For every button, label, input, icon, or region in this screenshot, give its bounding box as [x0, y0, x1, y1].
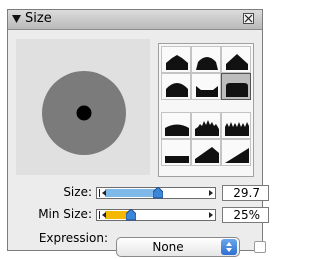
slider-decrease-arrow-icon[interactable]: [102, 190, 106, 196]
expression-select[interactable]: None: [116, 237, 240, 257]
size-slider-thumb[interactable]: [153, 187, 164, 199]
size-value-field[interactable]: 29.7: [222, 185, 269, 201]
brush-tip-preset-4[interactable]: [161, 73, 191, 100]
min-size-slider[interactable]: [96, 209, 216, 221]
slider-decrease-arrow-icon[interactable]: [102, 212, 106, 218]
brush-inner-dot: [76, 105, 92, 121]
size-palette-panel: Size Size: 29.7 Min Size: 25% Expression…: [7, 9, 269, 257]
expression-selected-value: None: [152, 240, 184, 254]
select-updown-arrows-icon: [221, 239, 237, 255]
slider-increase-arrow-icon[interactable]: [209, 212, 213, 218]
panel-title-bar[interactable]: Size: [8, 10, 262, 30]
brush-tip-preset-2[interactable]: [191, 46, 221, 73]
expression-label: Expression:: [38, 231, 108, 245]
brush-tip-preset-10[interactable]: [161, 139, 191, 166]
brush-tip-presets: [158, 43, 254, 177]
min-size-value-field[interactable]: 25%: [222, 207, 269, 223]
brush-tip-preset-3[interactable]: [221, 46, 251, 73]
brush-tip-preset-6[interactable]: [221, 73, 251, 100]
brush-tip-preset-1[interactable]: [161, 46, 191, 73]
panel-title: Size: [25, 11, 52, 26]
brush-tip-preset-11[interactable]: [191, 139, 221, 166]
slider-increase-arrow-icon[interactable]: [209, 190, 213, 196]
brush-tip-preset-12[interactable]: [221, 139, 251, 166]
min-size-slider-thumb[interactable]: [125, 209, 136, 221]
close-box-icon[interactable]: [243, 13, 254, 24]
size-label: Size:: [63, 185, 92, 199]
brush-tip-preset-7[interactable]: [161, 112, 191, 139]
brush-tip-preset-8[interactable]: [191, 112, 221, 139]
expression-checkbox[interactable]: [254, 241, 266, 253]
brush-tip-preset-5[interactable]: [191, 73, 221, 100]
size-slider[interactable]: [96, 187, 216, 199]
min-size-label: Min Size:: [38, 207, 92, 221]
size-slider-fill: [105, 189, 159, 197]
slider-min-end-icon: [99, 211, 100, 219]
brush-tip-preset-9[interactable]: [221, 112, 251, 139]
slider-min-end-icon: [99, 189, 100, 197]
brush-preview: [16, 39, 150, 175]
disclosure-triangle-down-icon[interactable]: [12, 15, 21, 23]
